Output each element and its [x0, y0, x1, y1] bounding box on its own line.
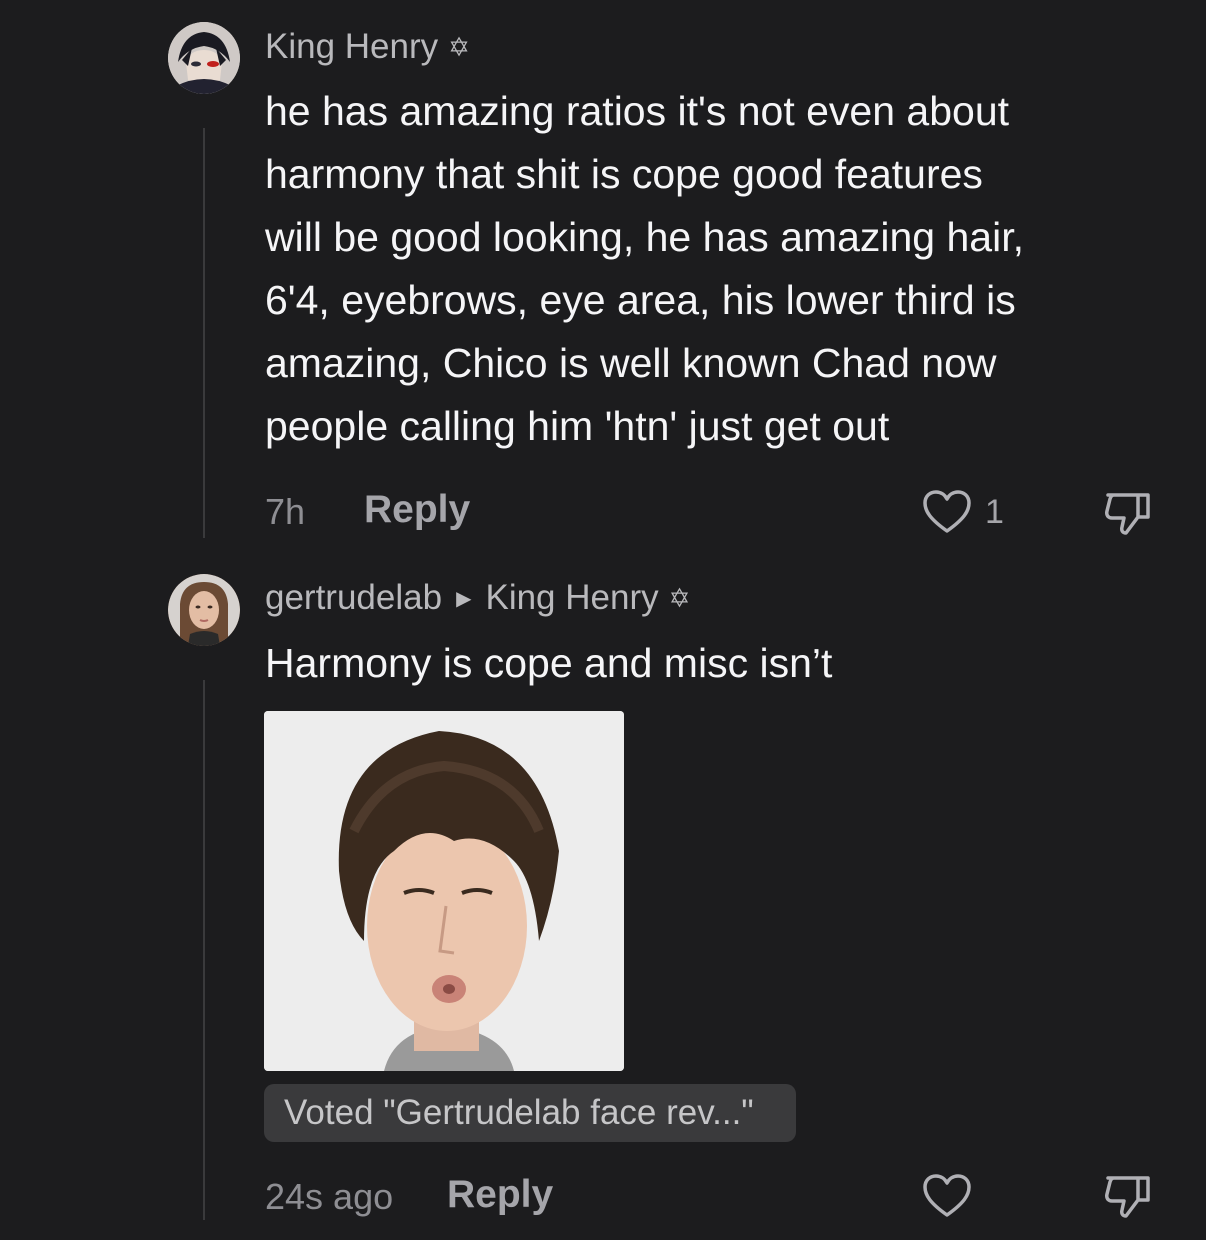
comment-time: 7h: [265, 491, 306, 532]
comment-text: Harmony is cope and misc isn’t: [265, 640, 833, 686]
reply-button[interactable]: Reply: [447, 1173, 553, 1217]
comment-username[interactable]: gertrudelab ▶ King Henry ✡: [265, 578, 690, 618]
heart-icon[interactable]: [922, 1173, 972, 1219]
heart-icon[interactable]: [922, 489, 972, 535]
vote-badge[interactable]: Voted "Gertrudelab face rev...": [264, 1084, 796, 1142]
avatar-anime-icon: [168, 22, 240, 94]
star-of-david-icon: ✡: [668, 582, 691, 613]
reply-button[interactable]: Reply: [364, 488, 470, 532]
comment-time: 24s ago: [265, 1176, 394, 1217]
avatar[interactable]: [168, 574, 240, 646]
star-of-david-icon: ✡: [448, 31, 470, 62]
avatar[interactable]: [168, 22, 240, 94]
username-text: King Henry: [265, 27, 439, 66]
thread-line: [203, 680, 205, 1220]
reply-arrow-icon: ▶: [456, 587, 472, 610]
photo-image: [264, 711, 624, 1071]
avatar-person-icon: [168, 574, 240, 646]
dislike-icon[interactable]: [1102, 487, 1154, 539]
comment-text: he has amazing ratios it's not even abou…: [265, 88, 1024, 449]
like-count: 1: [985, 493, 1004, 531]
dislike-icon[interactable]: [1102, 1170, 1154, 1222]
attached-photo[interactable]: [264, 711, 624, 1071]
reply-to-username[interactable]: King Henry: [485, 578, 658, 618]
comment-username[interactable]: King Henry ✡: [265, 27, 470, 67]
thread-line: [203, 128, 205, 538]
username-text: gertrudelab: [265, 578, 443, 617]
